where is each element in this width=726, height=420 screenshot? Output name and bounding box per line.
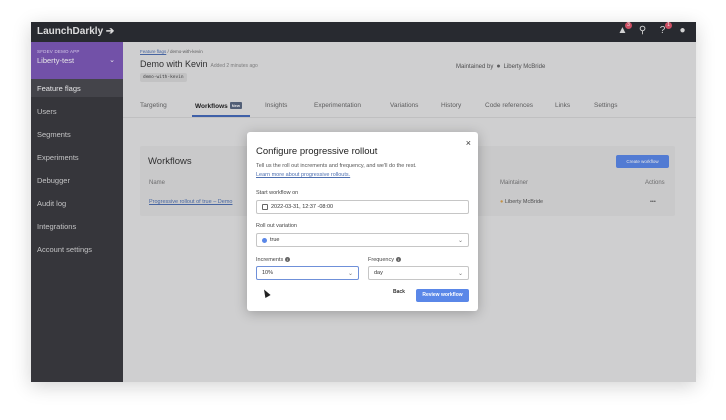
frequency-select[interactable]: day ⌄ <box>368 266 469 280</box>
start-workflow-datetime-input[interactable]: 2022-03-31, 12:37 -08:00 <box>256 200 469 214</box>
configure-rollout-modal: × Configure progressive rollout Tell us … <box>247 132 478 311</box>
frequency-label-text: Frequency <box>368 257 394 263</box>
calendar-icon <box>262 204 268 210</box>
learn-more-link[interactable]: Learn more about progressive rollouts. <box>256 172 350 178</box>
increments-label: Increments i <box>256 257 291 263</box>
info-icon[interactable]: i <box>396 257 401 262</box>
rollout-variation-label: Roll out variation <box>256 223 297 229</box>
rollout-variation-value: true <box>270 237 280 243</box>
increments-select[interactable]: 10% ⌄ <box>256 266 359 280</box>
chevron-down-icon: ⌄ <box>347 271 353 277</box>
start-workflow-value: 2022-03-31, 12:37 -08:00 <box>271 204 334 210</box>
frequency-label: Frequency i <box>368 257 401 263</box>
increments-value: 10% <box>262 270 274 276</box>
review-workflow-button[interactable]: Review workflow <box>416 289 469 302</box>
start-workflow-label: Start workflow on <box>256 190 299 196</box>
info-icon[interactable]: i <box>285 257 291 262</box>
back-button[interactable]: Back <box>393 289 405 295</box>
close-icon[interactable]: × <box>466 138 471 148</box>
rollout-variation-select[interactable]: true ⌄ <box>256 233 469 247</box>
chevron-down-icon: ⌄ <box>457 271 463 277</box>
variation-color-icon <box>262 237 267 243</box>
modal-description: Tell us the roll out increments and freq… <box>256 163 417 169</box>
frequency-value: day <box>374 270 383 276</box>
modal-title: Configure progressive rollout <box>256 146 378 157</box>
chevron-down-icon: ⌄ <box>457 238 463 244</box>
increments-label-text: Increments <box>256 257 284 263</box>
